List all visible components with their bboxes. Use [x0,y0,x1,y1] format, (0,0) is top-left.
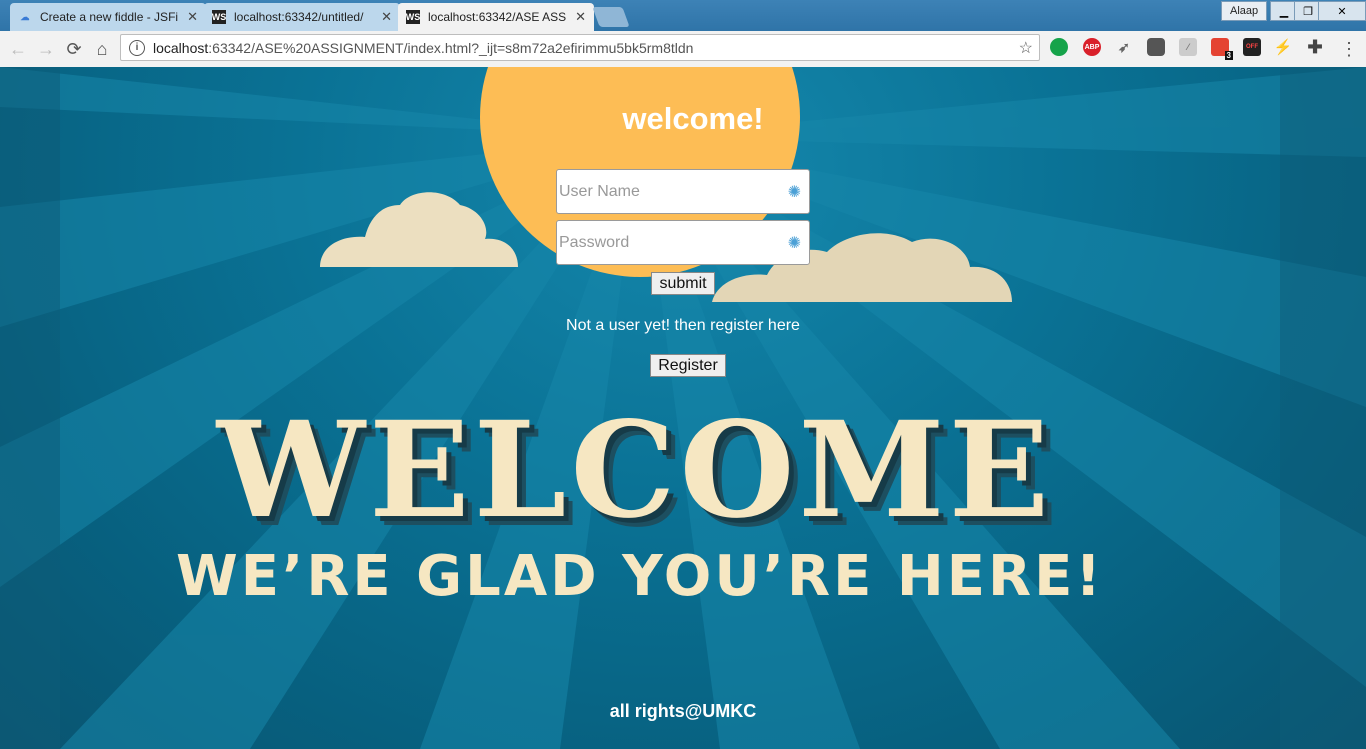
url-host: localhost [153,39,209,56]
page-heading: welcome! [622,101,764,136]
browser-titlebar: ☁ Create a new fiddle - JSFi ✕ WS localh… [0,0,1366,31]
welcome-banner-subtitle: WE’RE GLAD YOU’RE HERE! [176,544,1104,609]
todoist-icon[interactable]: 3 [1211,38,1233,60]
bookmark-star-icon[interactable]: ☆ [1019,38,1033,58]
submit-button[interactable]: submit [651,272,715,295]
cloud-left-illustration [320,192,518,267]
cloud-icon: ☁ [20,11,30,22]
info-icon[interactable]: i [129,39,145,56]
rocket-icon[interactable]: ➶ [1115,38,1133,56]
page-viewport: welcome! ✺ ✺ submit Not a user yet! then… [0,67,1366,749]
password-input[interactable] [557,221,779,264]
plus-icon[interactable]: ✚ [1306,37,1324,57]
home-icon[interactable]: ⌂ [90,37,114,61]
footer-text: all rights@UMKC [609,701,757,721]
sparkle-icon[interactable]: ✺ [788,233,801,253]
lightning-icon[interactable]: ⚡ [1274,38,1293,56]
register-note: Not a user yet! then register here [566,317,800,334]
grammarly-icon[interactable] [1050,38,1068,56]
webstorm-icon: WS [211,10,227,24]
close-icon[interactable]: ✕ [187,9,198,25]
todoist-badge: 3 [1224,51,1233,60]
tab-title: localhost:63342/ASE ASS [428,10,567,24]
close-icon[interactable]: ✕ [575,9,586,25]
off-icon[interactable]: OFF [1243,38,1261,56]
register-button[interactable]: Register [650,354,726,377]
forward-icon[interactable]: → [34,37,58,61]
webstorm-icon: WS [405,10,421,24]
back-icon[interactable]: ← [6,37,30,61]
sparkle-icon[interactable]: ✺ [788,182,801,202]
pocket-icon[interactable] [1147,38,1165,56]
password-field[interactable]: ✺ [556,220,810,265]
welcome-banner-title: WELCOME [216,393,1054,548]
window-close-icon[interactable]: ✕ [1318,1,1366,21]
username-input[interactable] [557,170,779,213]
tab-jsfiddle[interactable]: ☁ Create a new fiddle - JSFi ✕ [10,3,206,31]
url-path: :63342/ASE%20ASSIGNMENT/index.html?_ijt=… [208,39,694,56]
browser-toolbar: ← → ⟳ ⌂ i localhost:63342/ASE%20ASSIGNME… [0,31,1366,68]
close-icon[interactable]: ✕ [381,9,392,25]
pdf-icon[interactable]: ⁄ [1179,38,1197,56]
new-tab-button[interactable] [592,7,630,27]
menu-icon[interactable]: ⋮ [1337,37,1361,61]
tab-title: localhost:63342/untitled/ [234,10,364,24]
profile-button[interactable]: Alaap [1221,1,1268,21]
tab-active[interactable]: WS localhost:63342/ASE ASS ✕ [398,3,594,31]
username-field[interactable]: ✺ [556,169,810,214]
tab-untitled[interactable]: WS localhost:63342/untitled/ ✕ [204,3,400,31]
tab-title: Create a new fiddle - JSFi [40,10,179,24]
adblock-icon[interactable]: ABP [1083,38,1101,56]
reload-icon[interactable]: ⟳ [62,37,86,61]
address-bar[interactable]: i localhost:63342/ASE%20ASSIGNMENT/index… [120,34,1040,61]
